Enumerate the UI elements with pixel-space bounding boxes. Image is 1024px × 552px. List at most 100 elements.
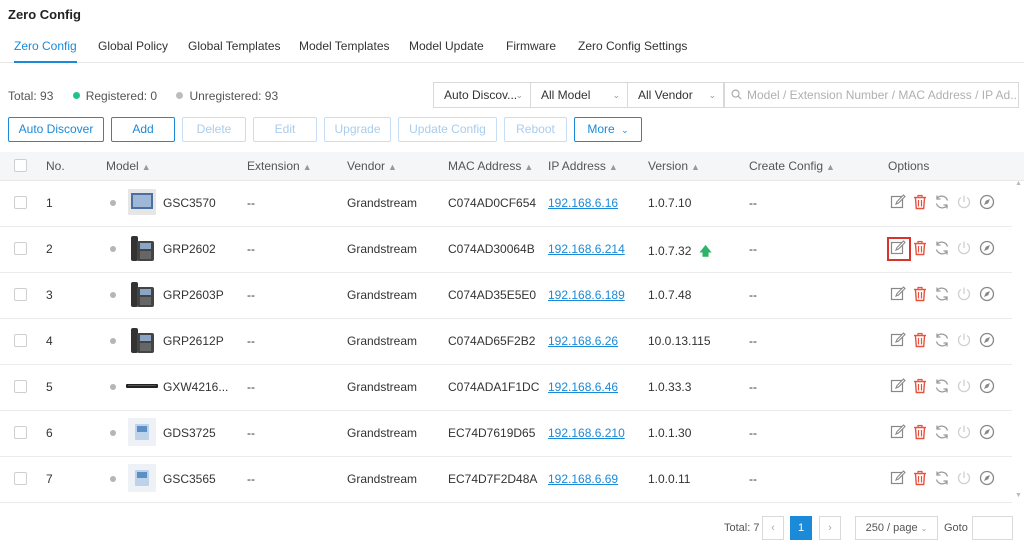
delete-icon[interactable] [912, 470, 930, 488]
power-icon[interactable] [956, 286, 974, 304]
power-icon[interactable] [956, 194, 974, 212]
tab-firmware[interactable]: Firmware [506, 39, 556, 53]
discover-filter-select[interactable]: Auto Discov... ⌄ [433, 82, 531, 108]
refresh-icon[interactable] [934, 378, 952, 396]
power-icon[interactable] [956, 332, 974, 350]
header-extension[interactable]: Extension ▲︎ [247, 159, 312, 173]
edit-icon[interactable] [890, 470, 908, 488]
search-input[interactable]: Model / Extension Number / MAC Address /… [724, 82, 1019, 108]
edit-icon[interactable] [890, 378, 908, 396]
refresh-icon[interactable] [934, 194, 952, 212]
reboot-button[interactable]: Reboot [504, 117, 567, 142]
refresh-icon[interactable] [934, 332, 952, 350]
refresh-icon[interactable] [934, 286, 952, 304]
vendor-filter-select[interactable]: All Vendor ⌄ [627, 82, 724, 108]
goto-label: Goto [944, 522, 968, 534]
chevron-left-icon: ‹ [771, 522, 775, 534]
delete-icon[interactable] [912, 424, 930, 442]
ip-address-link[interactable]: 192.168.6.69 [548, 472, 618, 486]
compass-icon[interactable] [979, 194, 997, 212]
header-create-config-label: Create Config [749, 159, 824, 173]
row-checkbox[interactable] [14, 288, 27, 301]
header-model[interactable]: Model ▲︎ [106, 159, 151, 173]
edit-icon[interactable] [890, 424, 908, 442]
edit-icon[interactable] [890, 332, 908, 350]
goto-page-input[interactable] [972, 516, 1013, 540]
compass-icon[interactable] [979, 286, 997, 304]
compass-icon[interactable] [979, 332, 997, 350]
header-vendor[interactable]: Vendor ▲︎ [347, 159, 397, 173]
row-checkbox[interactable] [14, 242, 27, 255]
edit-icon[interactable] [890, 286, 908, 304]
tab-global-templates[interactable]: Global Templates [188, 39, 281, 53]
delete-icon[interactable] [912, 378, 930, 396]
delete-icon[interactable] [912, 194, 930, 212]
ip-address-link[interactable]: 192.168.6.210 [548, 426, 625, 440]
edit-button[interactable]: Edit [253, 117, 317, 142]
next-page-button[interactable]: › [819, 516, 841, 540]
compass-icon[interactable] [979, 470, 997, 488]
select-all-checkbox[interactable] [14, 159, 27, 172]
page-1-button[interactable]: 1 [790, 516, 812, 540]
prev-page-button[interactable]: ‹ [762, 516, 784, 540]
more-button[interactable]: More ⌄ [574, 117, 642, 142]
tab-global-policy[interactable]: Global Policy [98, 39, 168, 53]
table-row[interactable]: 7 GSC3565 -- Grandstream EC74D7F2D48A 192.168… [0, 456, 1012, 503]
auto-discover-button[interactable]: Auto Discover [8, 117, 104, 142]
row-checkbox[interactable] [14, 380, 27, 393]
delete-icon[interactable] [912, 332, 930, 350]
row-checkbox[interactable] [14, 472, 27, 485]
refresh-icon[interactable] [934, 240, 952, 258]
refresh-icon[interactable] [934, 424, 952, 442]
update-config-button[interactable]: Update Config [398, 117, 497, 142]
power-icon[interactable] [956, 378, 974, 396]
door-station-icon [126, 416, 158, 448]
header-version[interactable]: Version ▲︎ [648, 159, 700, 173]
compass-icon[interactable] [979, 378, 997, 396]
model-name: GSC3570 [163, 196, 216, 210]
delete-icon[interactable] [912, 286, 930, 304]
compass-icon[interactable] [979, 240, 997, 258]
table-row[interactable]: 3 GRP2603P -- Grandstream C074AD35E5E0 192.16… [0, 272, 1012, 319]
table-row[interactable]: 4 GRP2612P -- Grandstream C074AD65F2B2 192.16… [0, 318, 1012, 365]
tab-model-templates[interactable]: Model Templates [299, 39, 390, 53]
table-row[interactable]: 1 GSC3570 -- Grandstream C074AD0CF654 192.168… [0, 180, 1012, 227]
table-scrollbar[interactable]: ▲ ▼ [1013, 180, 1022, 502]
table-row[interactable]: 5 GXW4216... -- Grandstream C074ADA1F1DC 192.… [0, 364, 1012, 411]
model-filter-select[interactable]: All Model ⌄ [530, 82, 628, 108]
compass-icon[interactable] [979, 424, 997, 442]
header-ip[interactable]: IP Address ▲︎ [548, 159, 618, 173]
power-icon[interactable] [956, 240, 974, 258]
table-row[interactable]: 2 GRP2602 -- Grandstream C074AD30064B 192.168… [0, 226, 1012, 273]
scroll-up-icon[interactable]: ▲ [1015, 180, 1022, 187]
power-icon[interactable] [956, 470, 974, 488]
ip-address-link[interactable]: 192.168.6.26 [548, 334, 618, 348]
header-create-config[interactable]: Create Config ▲︎ [749, 159, 835, 173]
upgrade-button[interactable]: Upgrade [324, 117, 391, 142]
tab-zero-config[interactable]: Zero Config [14, 39, 77, 63]
tab-model-update[interactable]: Model Update [409, 39, 484, 53]
page-size-select[interactable]: 250 / page ⌄ [855, 516, 938, 540]
power-icon[interactable] [956, 424, 974, 442]
ip-address-link[interactable]: 192.168.6.16 [548, 196, 618, 210]
tab-zero-config-settings[interactable]: Zero Config Settings [578, 39, 687, 53]
row-number: 4 [46, 334, 53, 348]
table-row[interactable]: 6 GDS3725 -- Grandstream EC74D7619D65 192.168… [0, 410, 1012, 457]
header-mac[interactable]: MAC Address ▲︎ [448, 159, 533, 173]
row-checkbox[interactable] [14, 196, 27, 209]
sort-icon: ▲︎ [608, 162, 618, 172]
delete-button[interactable]: Delete [182, 117, 246, 142]
row-checkbox[interactable] [14, 426, 27, 439]
ip-address-link[interactable]: 192.168.6.214 [548, 242, 625, 256]
scroll-down-icon[interactable]: ▼ [1015, 492, 1022, 499]
delete-icon[interactable] [912, 240, 930, 258]
ip-address-link[interactable]: 192.168.6.46 [548, 380, 618, 394]
edit-icon[interactable] [887, 237, 911, 261]
chevron-down-icon: ⌄ [515, 90, 523, 100]
refresh-icon[interactable] [934, 470, 952, 488]
ip-address-link[interactable]: 192.168.6.189 [548, 288, 625, 302]
edit-icon[interactable] [890, 194, 908, 212]
row-checkbox[interactable] [14, 334, 27, 347]
upgrade-available-icon[interactable]: 🡅 [699, 244, 711, 258]
add-button[interactable]: Add [111, 117, 175, 142]
